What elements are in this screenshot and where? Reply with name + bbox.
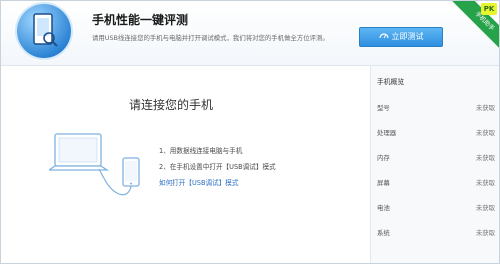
overview-label: 内存 — [377, 154, 390, 162]
page-title: 手机性能一键评测 — [92, 13, 189, 27]
start-test-label: 立即测试 — [391, 32, 424, 41]
overview-value: 未获取 — [475, 104, 495, 112]
usb-debug-help-link[interactable]: 如何打开【USB调试】模式 — [159, 175, 276, 191]
connect-panel: 请连接您的手机 1、用数据线连接电脑与手机 2、在手机设置中打开【USB调试】模… — [1, 66, 371, 263]
phone-overview-sidebar: 手机概览 型号 未获取 处理器 未获取 内存 未获取 屏幕 未获取 电池 未获取… — [370, 66, 499, 263]
step-1: 1、用数据线连接电脑与手机 — [159, 147, 243, 155]
step-2: 2、在手机设置中打开【USB调试】模式 — [159, 163, 276, 171]
overview-row-battery: 电池 未获取 — [377, 203, 495, 213]
connect-prompt: 请连接您的手机 — [129, 98, 214, 112]
overview-value: 未获取 — [475, 204, 495, 212]
overview-value: 未获取 — [475, 179, 495, 187]
app-window: 手机性能一键评测 请用USB线连接您的手机与电脑并打开调试模式，我们将对您的手机… — [0, 0, 500, 264]
overview-label: 电池 — [377, 204, 390, 212]
overview-row-memory: 内存 未获取 — [377, 153, 495, 163]
overview-label: 系统 — [377, 229, 390, 237]
phone-test-icon — [17, 4, 71, 58]
laptop-phone-illustration — [46, 128, 149, 224]
overview-row-system: 系统 未获取 — [377, 228, 495, 238]
instruction-steps: 1、用数据线连接电脑与手机 2、在手机设置中打开【USB调试】模式 如何打开【U… — [159, 143, 276, 191]
sidebar-title: 手机概览 — [377, 78, 405, 86]
overview-row-model: 型号 未获取 — [377, 103, 495, 113]
overview-value: 未获取 — [475, 154, 495, 162]
overview-label: 型号 — [377, 104, 390, 112]
start-test-button[interactable]: 立即测试 — [359, 27, 443, 47]
page-description: 请用USB线连接您的手机与电脑并打开调试模式，我们将对您的手机做全方位评测。 — [92, 34, 329, 42]
pk-tag: PK — [481, 3, 497, 15]
overview-value: 未获取 — [475, 129, 495, 137]
overview-value: 未获取 — [475, 229, 495, 237]
overview-row-cpu: 处理器 未获取 — [377, 128, 495, 138]
overview-row-screen: 屏幕 未获取 — [377, 178, 495, 188]
header: 手机性能一键评测 请用USB线连接您的手机与电脑并打开调试模式，我们将对您的手机… — [1, 1, 499, 66]
overview-label: 处理器 — [377, 129, 397, 137]
overview-label: 屏幕 — [377, 179, 390, 187]
gauge-icon — [378, 28, 389, 46]
